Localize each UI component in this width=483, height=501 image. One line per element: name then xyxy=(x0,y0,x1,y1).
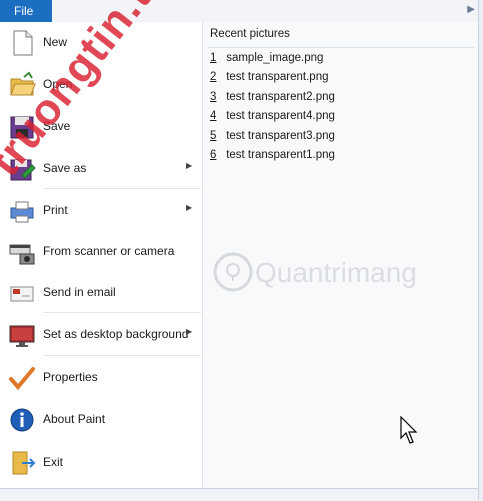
email-icon xyxy=(10,286,34,302)
menu-label: About Paint xyxy=(43,412,106,426)
title-bar: File ▶ xyxy=(0,0,483,23)
menu-item-properties[interactable]: Properties xyxy=(0,357,202,397)
properties-check-icon xyxy=(9,367,35,391)
recent-item-number: 4 xyxy=(210,110,217,122)
menu-label: Properties xyxy=(43,370,98,384)
recent-item-number: 6 xyxy=(210,149,217,161)
recent-item-name: test transparent4.png xyxy=(226,110,335,122)
recent-item-number: 3 xyxy=(210,91,217,103)
quantrimang-watermark-logo: Quantrimang xyxy=(213,252,417,292)
separator xyxy=(43,188,201,189)
recent-item[interactable]: 3 test transparent2.png xyxy=(210,91,470,109)
submenu-arrow-icon: ▶ xyxy=(186,161,193,170)
watermark-logo-text: Quantrimang xyxy=(255,257,417,288)
recent-item-name: test transparent3.png xyxy=(226,130,335,142)
recent-item-number: 1 xyxy=(210,52,217,64)
menu-item-desktop-background[interactable]: Set as desktop background ▶ xyxy=(0,314,202,354)
recent-item-name: test transparent2.png xyxy=(226,91,335,103)
separator xyxy=(43,312,201,313)
scroll-arrow-icon[interactable]: ▶ xyxy=(467,4,475,15)
printer-icon xyxy=(10,201,34,223)
submenu-arrow-icon: ▶ xyxy=(186,203,193,212)
recent-item-number: 5 xyxy=(210,130,217,142)
menu-item-exit[interactable]: Exit xyxy=(0,442,202,482)
recent-item-name: sample_image.png xyxy=(226,52,324,64)
menu-item-about[interactable]: About Paint xyxy=(0,399,202,439)
separator xyxy=(208,47,474,48)
recent-item-number: 2 xyxy=(210,71,217,83)
file-tab[interactable]: File xyxy=(0,0,52,22)
recent-item-name: test transparent1.png xyxy=(226,149,335,161)
new-document-icon xyxy=(13,30,33,56)
mouse-cursor-icon xyxy=(400,416,418,444)
recent-item[interactable]: 2 test transparent.png xyxy=(210,71,470,89)
recent-item[interactable]: 5 test transparent3.png xyxy=(210,130,470,148)
scanner-camera-icon xyxy=(9,244,35,265)
menu-label: Print xyxy=(43,203,68,217)
menu-label: Set as desktop background xyxy=(43,327,189,341)
menu-label: Exit xyxy=(43,455,64,469)
separator xyxy=(43,355,201,356)
exit-door-icon xyxy=(12,451,36,475)
recent-item[interactable]: 1 sample_image.png xyxy=(210,52,470,70)
recent-item[interactable]: 4 test transparent4.png xyxy=(210,110,470,128)
desktop-background-icon xyxy=(9,325,35,347)
menu-label: From scanner or camera xyxy=(43,244,175,258)
menu-label: Send in email xyxy=(43,285,116,299)
status-bar xyxy=(0,488,483,501)
menu-item-print[interactable]: Print ▶ xyxy=(0,190,202,230)
window-frame-edge xyxy=(478,0,483,500)
recent-pictures-title: Recent pictures xyxy=(210,28,290,40)
menu-label: Save as xyxy=(43,161,87,175)
recent-item-name: test transparent.png xyxy=(226,71,329,83)
menu-item-email[interactable]: Send in email xyxy=(0,272,202,312)
info-icon xyxy=(10,408,34,432)
menu-item-scanner[interactable]: From scanner or camera xyxy=(0,231,202,271)
submenu-arrow-icon: ▶ xyxy=(186,327,193,336)
recent-item[interactable]: 6 test transparent1.png xyxy=(210,149,470,167)
